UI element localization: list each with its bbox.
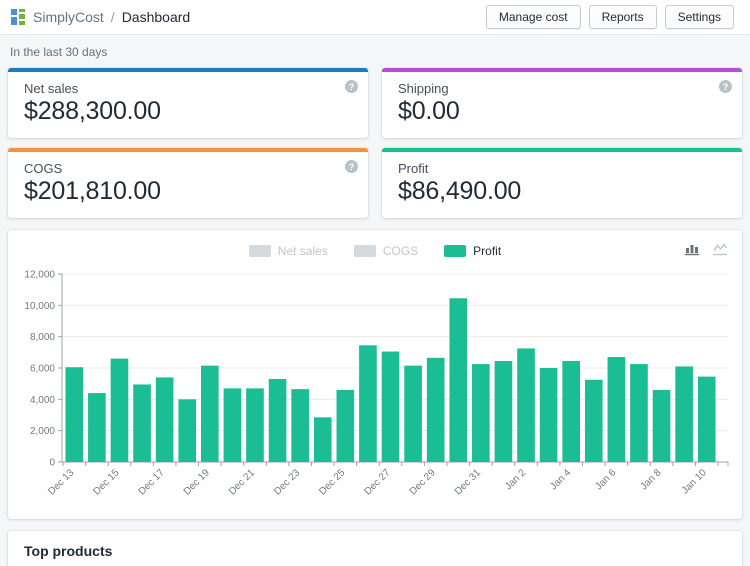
x-axis-tick-label: Jan 8 [639,467,664,492]
profit-bar[interactable] [404,365,422,462]
legend-swatch-net-sales [248,245,271,257]
profit-bar[interactable] [697,376,716,462]
profit-bar[interactable] [268,378,287,462]
legend-item-net-sales[interactable]: Net sales [248,244,328,258]
y-axis-tick-label: 10,000 [24,301,55,312]
x-axis-tick-label: Dec 31 [453,467,483,497]
x-axis-tick-label: Dec 13 [46,467,76,497]
settings-button[interactable]: Settings [664,5,734,29]
profit-bar[interactable] [494,360,513,462]
x-axis-tick-label: Dec 19 [182,467,212,497]
stat-value: $201,810.00 [24,177,161,205]
stat-card-cogs: ? COGS $201,810.00 [8,148,368,218]
top-products-title: Top products [24,543,113,559]
stat-card-profit: ? Profit $86,490.00 [382,148,742,218]
simplycost-logo-icon [10,9,26,25]
x-axis-tick-label: Jan 10 [680,467,709,496]
x-axis-tick-label: Dec 27 [362,467,392,497]
manage-cost-button[interactable]: Manage cost [485,5,581,29]
x-axis-tick-label: Jan 2 [503,467,528,492]
profit-bar[interactable] [675,366,693,462]
help-icon[interactable]: ? [345,160,358,173]
line-chart-icon[interactable] [713,242,728,256]
stat-card-net-sales: ? Net sales $288,300.00 [8,68,368,138]
y-axis-tick-label: 6,000 [30,364,55,375]
stat-label: COGS [24,161,63,176]
help-icon[interactable]: ? [345,80,358,93]
y-axis-tick-label: 2,000 [30,426,55,437]
profit-bar[interactable] [517,348,535,462]
profit-bar[interactable] [155,377,174,462]
stat-value: $288,300.00 [24,97,161,125]
chart-area: 0 2,000 4,000 6,000 8,000 10,000 12,000 Dec 13 D… [16,264,734,513]
profit-bar[interactable] [381,351,400,462]
profit-bar[interactable] [246,388,264,462]
profit-bar[interactable] [472,364,490,462]
y-axis-tick-label: 4,000 [30,395,55,406]
profit-bar[interactable] [133,384,151,462]
profit-bar[interactable] [562,360,580,462]
y-axis-tick-label: 12,000 [24,270,55,281]
x-axis-tick-label: Dec 25 [317,467,347,497]
stat-label: Profit [398,161,429,176]
chart-type-toolbar [685,242,728,256]
x-axis-tick-label: Dec 17 [137,467,167,497]
x-axis-tick-label: Dec 15 [91,467,121,497]
stat-label: Net sales [24,81,79,96]
breadcrumb-separator: / [110,9,115,25]
profit-bar[interactable] [426,357,445,462]
profit-bar[interactable] [652,389,671,462]
profit-bar[interactable] [223,388,242,462]
profit-bar[interactable] [449,298,468,462]
profit-bar[interactable] [110,358,129,462]
breadcrumb-app-name[interactable]: SimplyCost [33,9,104,25]
legend-label: Net sales [277,244,328,258]
legend-item-cogs[interactable]: COGS [353,244,419,258]
profit-bar[interactable] [630,364,648,462]
top-products-card: Top products Product Variant Net quantit… [8,531,742,566]
stat-cards: ? Net sales $288,300.00 ? Shipping $0.00… [8,68,742,218]
stat-value: $0.00 [398,97,460,125]
y-axis-tick-label: 0 [49,458,55,469]
dashboard-content: In the last 30 days ? Net sales $288,300… [0,45,750,566]
profit-bar[interactable] [607,357,626,462]
profit-chart-card: Net sales COGS Profit 0 2,000 4,000 6,00… [8,230,742,519]
y-axis-tick-label: 8,000 [30,332,55,343]
x-axis-tick-label: Dec 29 [408,467,438,497]
profit-bar[interactable] [65,367,84,462]
breadcrumb: SimplyCost / Dashboard [10,9,190,25]
reports-button[interactable]: Reports [588,5,657,29]
profit-bar[interactable] [178,399,197,462]
x-axis-tick-label: Dec 23 [272,467,302,497]
page-title: Dashboard [121,9,191,25]
stat-value: $86,490.00 [398,177,522,205]
legend-swatch-cogs [353,245,376,257]
profit-bar[interactable] [291,389,309,462]
period-label: In the last 30 days [10,45,108,59]
stat-label: Shipping [398,81,449,96]
header-actions: Manage cost Reports Settings [485,5,734,29]
legend-label: COGS [382,244,419,258]
profit-bar[interactable] [584,379,603,462]
legend-item-profit[interactable]: Profit [444,244,501,258]
x-axis-tick-label: Jan 6 [593,467,618,492]
bar-chart-icon[interactable] [685,242,700,256]
profit-bar[interactable] [201,365,219,462]
stat-card-shipping: ? Shipping $0.00 [382,68,742,138]
profit-bar[interactable] [359,345,377,462]
x-axis-tick-label: Dec 21 [227,467,257,497]
profit-bar[interactable] [88,393,106,462]
profit-bar[interactable] [313,417,332,462]
legend-label: Profit [473,244,502,258]
chart-legend: Net sales COGS Profit [16,242,734,260]
profit-bar[interactable] [336,389,355,462]
x-axis-tick-label: Jan 4 [548,467,573,492]
help-icon[interactable]: ? [719,80,732,93]
profit-bar[interactable] [539,368,558,462]
legend-swatch-profit [444,245,467,257]
top-bar: SimplyCost / Dashboard Manage cost Repor… [0,0,750,35]
profit-bar-chart: 0 2,000 4,000 6,000 8,000 10,000 12,000 Dec 13 D… [24,270,729,498]
